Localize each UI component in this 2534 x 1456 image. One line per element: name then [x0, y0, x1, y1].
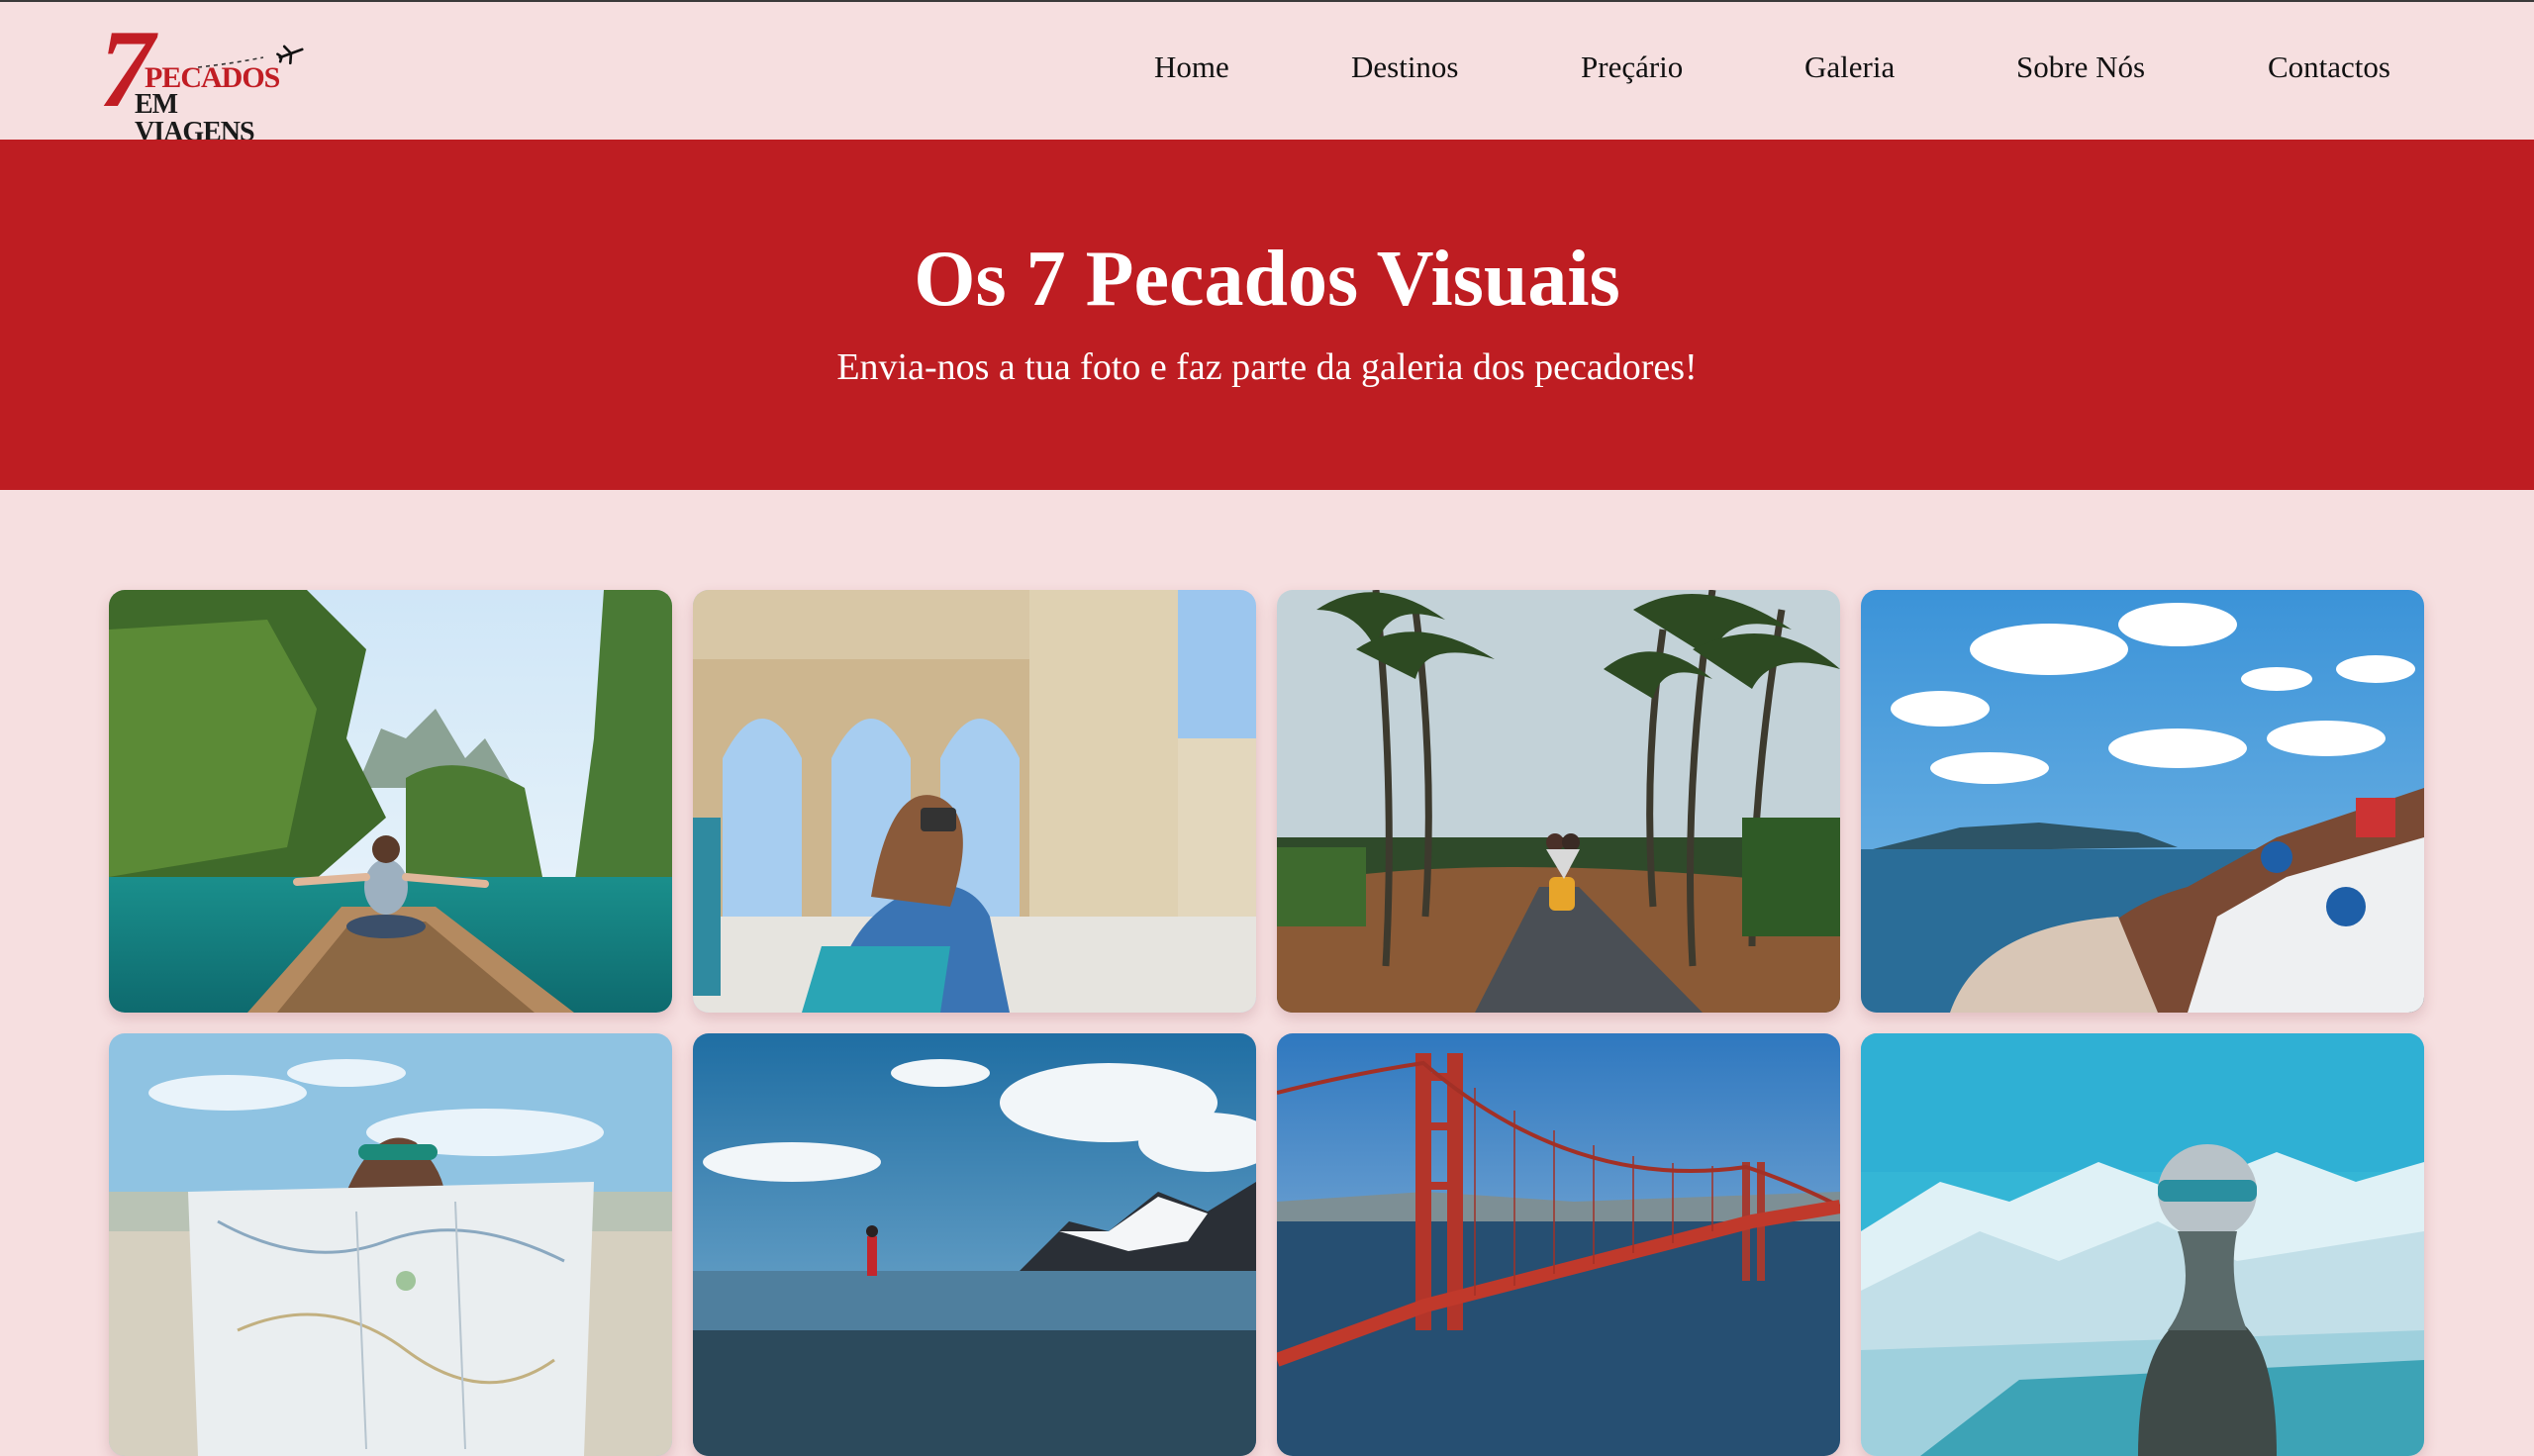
gallery-photo-stone-arches[interactable] — [693, 590, 1256, 1013]
nav-link-contactos[interactable]: Contactos — [2268, 49, 2390, 85]
nav-link-precario[interactable]: Preçário — [1581, 49, 1683, 85]
photo-golden-gate — [1277, 1033, 1840, 1456]
photo-lagoon-boat — [109, 590, 672, 1013]
photo-mountain-view — [1861, 1033, 2424, 1456]
logo-line-2: EM VIAGENS — [135, 89, 255, 147]
nav-link-home[interactable]: Home — [1154, 49, 1229, 85]
nav-link-destinos[interactable]: Destinos — [1351, 49, 1459, 85]
photo-santorini — [1861, 590, 2424, 1013]
photo-snowy-shore — [693, 1033, 1256, 1456]
gallery-photo-golden-gate[interactable] — [1277, 1033, 1840, 1456]
photo-palm-road — [1277, 590, 1840, 1013]
nav-link-sobre-nos[interactable]: Sobre Nós — [2016, 49, 2145, 85]
gallery-photo-santorini[interactable] — [1861, 590, 2424, 1013]
hero-banner: Os 7 Pecados Visuais Envia-nos a tua fot… — [0, 140, 2534, 490]
gallery-photo-map-reader[interactable] — [109, 1033, 672, 1456]
photo-stone-arches — [693, 590, 1256, 1013]
gallery-photo-mountain-view[interactable] — [1861, 1033, 2424, 1456]
hero-subtitle: Envia-nos a tua foto e faz parte da gale… — [836, 346, 1698, 388]
photo-gallery — [109, 590, 2425, 1456]
gallery-photo-palm-road[interactable] — [1277, 590, 1840, 1013]
gallery-photo-snowy-shore[interactable] — [693, 1033, 1256, 1456]
gallery-photo-lagoon-boat[interactable] — [109, 590, 672, 1013]
main-nav: Home Destinos Preçário Galeria Sobre Nós… — [0, 49, 2534, 89]
nav-link-galeria[interactable]: Galeria — [1804, 49, 1895, 85]
site-header: 7 PECADOS EM VIAGENS Home Destinos Preçá… — [0, 2, 2534, 146]
hero-title: Os 7 Pecados Visuais — [914, 236, 1620, 323]
photo-map-reader — [109, 1033, 672, 1456]
